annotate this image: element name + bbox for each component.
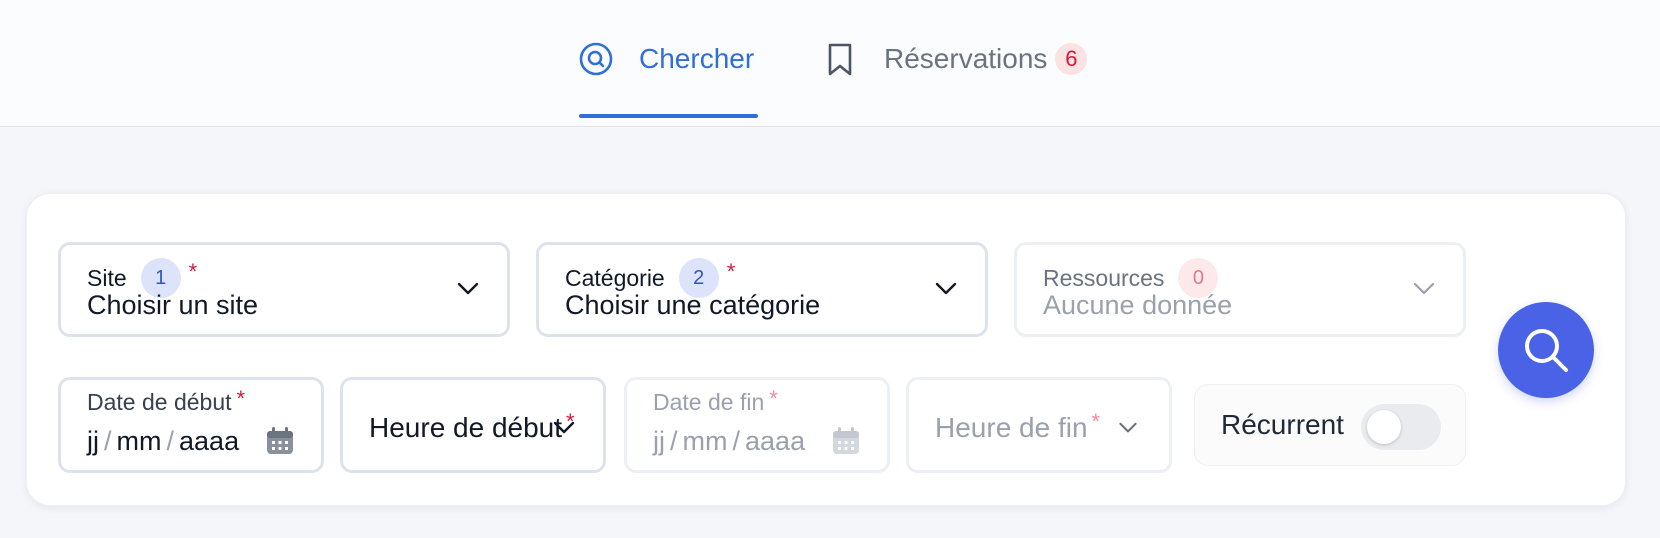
calendar-icon[interactable] — [265, 426, 295, 456]
start-date-label: Date de début * — [87, 385, 246, 416]
category-value: Choisir une catégorie — [565, 290, 821, 320]
required-marker: * — [726, 259, 736, 284]
end-date-input[interactable]: Date de fin * jj / mm / aaaa — [624, 377, 890, 473]
calendar-icon[interactable] — [831, 426, 861, 456]
day-segment[interactable]: jj — [87, 426, 99, 457]
required-marker: * — [188, 259, 198, 284]
recurrent-label: Récurrent — [1221, 409, 1344, 440]
month-segment[interactable]: mm — [683, 426, 728, 457]
month-segment[interactable]: mm — [117, 426, 162, 457]
year-segment[interactable]: aaaa — [179, 426, 239, 457]
start-date-value: jj / mm / aaaa — [87, 426, 240, 457]
chevron-down-icon — [935, 282, 957, 295]
chevron-down-icon — [1413, 282, 1435, 295]
toggle-knob — [1367, 410, 1401, 444]
required-marker: * — [769, 385, 778, 411]
start-time-select[interactable]: Heure de début * — [340, 377, 606, 473]
category-select[interactable]: Catégorie 2 * Choisir une catégorie — [536, 242, 988, 337]
start-date-input[interactable]: Date de début * jj / mm / aaaa — [58, 377, 324, 473]
end-date-value: jj / mm / aaaa — [653, 426, 806, 457]
site-value: Choisir un site — [87, 290, 259, 320]
reservations-count-badge: 6 — [1055, 43, 1088, 75]
start-time-label: Heure de début * — [369, 409, 575, 443]
tab-reservations[interactable]: Réservations 6 — [822, 0, 1088, 118]
resources-value: Aucune donnée — [1043, 290, 1233, 320]
required-marker: * — [1091, 409, 1101, 434]
chevron-down-icon — [1119, 422, 1137, 433]
day-segment[interactable]: jj — [653, 426, 665, 457]
end-time-label: Heure de fin * — [935, 409, 1101, 443]
end-time-select[interactable]: Heure de fin * — [906, 377, 1172, 473]
year-segment[interactable]: aaaa — [745, 426, 805, 457]
resources-select[interactable]: Ressources 0 Aucune donnée — [1014, 242, 1466, 337]
search-icon — [1525, 329, 1568, 372]
chevron-down-icon — [457, 282, 479, 295]
active-tab-indicator — [579, 114, 758, 118]
required-marker: * — [236, 385, 246, 411]
top-navigation: Chercher Réservations 6 — [0, 0, 1660, 127]
tab-reservations-label: Réservations — [884, 43, 1048, 74]
recurrent-toggle[interactable] — [1361, 404, 1441, 450]
end-date-label: Date de fin * — [653, 385, 778, 416]
site-select[interactable]: Site 1 * Choisir un site — [58, 242, 510, 337]
search-button[interactable] — [1498, 302, 1594, 398]
chevron-down-icon — [553, 421, 575, 434]
tab-search[interactable]: Chercher — [579, 0, 758, 118]
bookmark-icon — [822, 41, 858, 77]
tab-search-label: Chercher — [639, 43, 755, 74]
recurrent-toggle-group: Récurrent — [1194, 384, 1466, 466]
search-circle-icon — [579, 42, 613, 76]
